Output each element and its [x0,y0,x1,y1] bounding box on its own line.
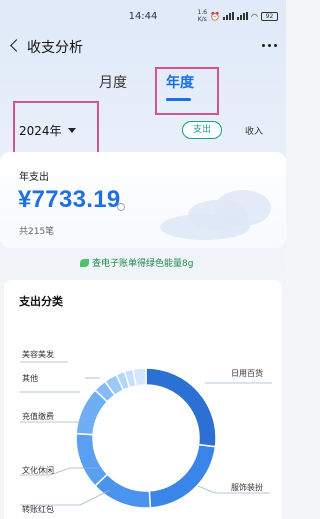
donut-slice[interactable] [132,367,147,387]
category-label: 美容美发 [22,350,54,359]
category-label: 其他 [22,374,38,383]
category-label: 充值缴费 [22,412,54,421]
category-label: 服饰装扮 [231,483,263,492]
category-donut-chart [20,361,272,509]
category-label: 转账红包 [22,505,54,514]
donut-slice[interactable] [148,443,217,509]
category-label: 文化休闲 [22,466,54,475]
donut-slice[interactable] [93,473,152,509]
donut-slice[interactable] [145,367,217,448]
category-label: 日用百货 [231,369,263,378]
donut-slice[interactable] [75,432,109,487]
leader-line [20,489,111,506]
